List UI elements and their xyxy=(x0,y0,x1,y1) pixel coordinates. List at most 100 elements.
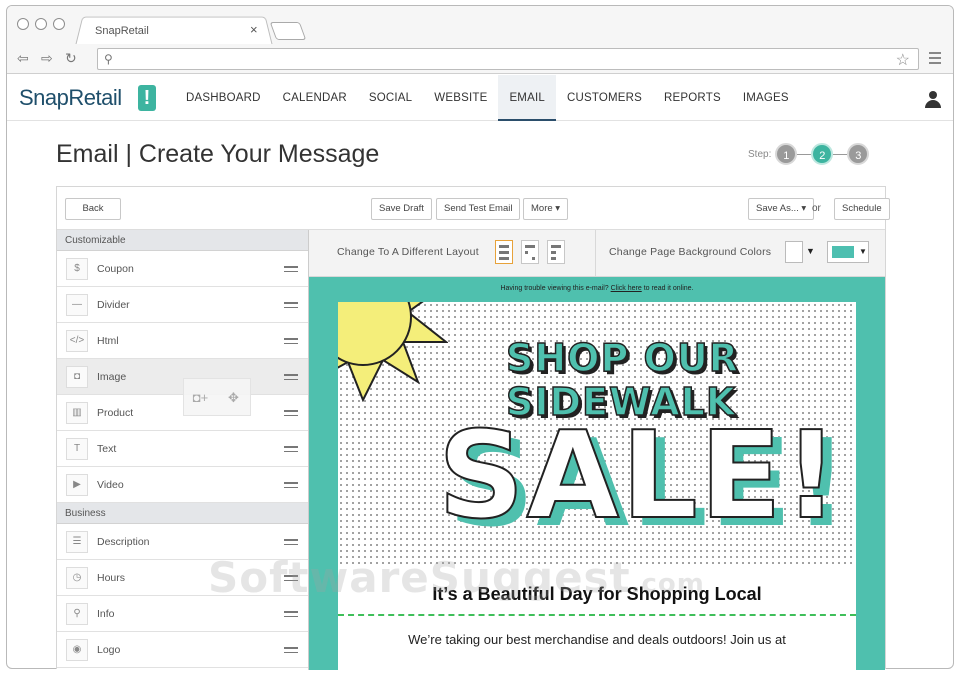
drag-handle-icon[interactable] xyxy=(284,338,298,347)
accent-color-picker[interactable]: ▼ xyxy=(827,241,869,263)
block-video[interactable]: ▶ Video xyxy=(57,467,308,503)
section-customizable: Customizable xyxy=(57,230,308,251)
drag-handle-icon[interactable] xyxy=(284,446,298,455)
layout-option-single[interactable] xyxy=(495,240,513,264)
sale-banner-image[interactable]: SHOP OUR SIDEWALK SALE! xyxy=(338,302,856,564)
divider-icon: — xyxy=(66,294,88,316)
url-input[interactable]: ⚲ ☆ xyxy=(97,48,919,70)
back-button[interactable]: Back xyxy=(65,198,121,220)
email-canvas[interactable]: Having trouble viewing this e-mail? Clic… xyxy=(309,277,885,670)
block-description[interactable]: ☰ Description xyxy=(57,524,308,560)
drag-handle-icon[interactable] xyxy=(284,575,298,584)
logo-icon: ◉ xyxy=(66,639,88,661)
camera-icon: ◘ xyxy=(66,366,88,388)
nav-images[interactable]: IMAGES xyxy=(732,75,800,121)
layout-bar: Change To A Different Layout Change Page… xyxy=(309,230,885,277)
background-colors-label: Change Page Background Colors xyxy=(609,246,772,258)
banner-sale-text: SALE! xyxy=(437,407,841,546)
page-color-swatch[interactable] xyxy=(785,241,803,263)
step-3[interactable]: 3 xyxy=(847,143,870,165)
drag-handle-icon[interactable] xyxy=(284,611,298,620)
view-online-notice: Having trouble viewing this e-mail? Clic… xyxy=(309,285,885,292)
block-label: Hours xyxy=(97,572,126,584)
close-window-button[interactable] xyxy=(17,18,29,30)
email-editor: Back Save Draft Send Test Email More ▾ S… xyxy=(56,186,890,670)
user-account-icon[interactable] xyxy=(925,91,941,109)
nav-dashboard[interactable]: DASHBOARD xyxy=(175,75,272,121)
drag-handle-icon[interactable] xyxy=(284,374,298,383)
page-title: Email | Create Your Message xyxy=(56,140,380,168)
browser-tabbar: SnapRetail × xyxy=(7,6,953,45)
drag-handle-icon[interactable] xyxy=(284,410,298,419)
nav-reports[interactable]: REPORTS xyxy=(653,75,732,121)
nav-customers[interactable]: CUSTOMERS xyxy=(556,75,653,121)
step-2[interactable]: 2 xyxy=(811,143,834,165)
browser-addressbar: ⇦ ⇨ ↻ ⚲ ☆ xyxy=(7,44,953,74)
reload-icon[interactable]: ↻ xyxy=(65,50,77,67)
block-label: Divider xyxy=(97,299,130,311)
email-body-block[interactable]: It’s a Beautiful Day for Shopping Local … xyxy=(338,564,856,670)
or-label: or xyxy=(812,203,821,214)
drag-handle-icon[interactable] xyxy=(284,539,298,548)
video-icon: ▶ xyxy=(66,474,88,496)
forward-arrow-icon[interactable]: ⇨ xyxy=(41,50,53,67)
block-label: Description xyxy=(97,536,150,548)
block-label: Product xyxy=(97,407,134,419)
text-icon: T xyxy=(66,438,88,460)
block-label: Html xyxy=(97,335,119,347)
back-arrow-icon[interactable]: ⇦ xyxy=(17,50,29,67)
list-icon: ☰ xyxy=(66,531,88,553)
banner-line-1: SHOP OUR xyxy=(505,335,739,381)
save-draft-button[interactable]: Save Draft xyxy=(371,198,432,220)
drag-ghost[interactable]: ◘+ ✥ xyxy=(183,378,251,416)
notice-suffix: to read it online. xyxy=(643,285,694,292)
block-label: Video xyxy=(97,479,124,491)
more-dropdown[interactable]: More ▾ xyxy=(523,198,569,220)
page-color-caret-icon[interactable]: ▼ xyxy=(806,246,815,256)
logo-mark-icon: ! xyxy=(138,85,156,111)
send-test-email-button[interactable]: Send Test Email xyxy=(436,198,521,220)
notice-prefix: Having trouble viewing this e-mail? xyxy=(500,285,609,292)
browser-tab-title: SnapRetail xyxy=(95,25,149,37)
window-controls xyxy=(17,18,65,30)
step-1[interactable]: 1 xyxy=(775,143,798,165)
email-headline: It’s a Beautiful Day for Shopping Local xyxy=(432,584,762,604)
new-tab-button[interactable] xyxy=(269,22,307,40)
layout-option-sidebar[interactable] xyxy=(547,240,565,264)
block-text[interactable]: T Text xyxy=(57,431,308,467)
block-logo[interactable]: ◉ Logo xyxy=(57,632,308,668)
view-online-link[interactable]: Click here xyxy=(611,285,642,292)
schedule-button[interactable]: Schedule xyxy=(834,198,890,220)
change-layout-label: Change To A Different Layout xyxy=(337,246,479,258)
drag-handle-icon[interactable] xyxy=(284,266,298,275)
app-logo[interactable]: SnapRetail xyxy=(19,85,122,111)
content-blocks-sidebar: Customizable $ Coupon — Divider </> Html ◘ Image… xyxy=(57,230,309,670)
drag-handle-icon[interactable] xyxy=(284,302,298,311)
block-html[interactable]: </> Html xyxy=(57,323,308,359)
drag-handle-icon[interactable] xyxy=(284,482,298,491)
block-coupon[interactable]: $ Coupon xyxy=(57,251,308,287)
maximize-window-button[interactable] xyxy=(53,18,65,30)
nav-email[interactable]: EMAIL xyxy=(498,75,556,121)
coupon-icon: $ xyxy=(66,258,88,280)
block-divider[interactable]: — Divider xyxy=(57,287,308,323)
block-info[interactable]: ⚲ Info xyxy=(57,596,308,632)
search-icon: ⚲ xyxy=(104,52,113,66)
email-body-text: We’re taking our best merchandise and de… xyxy=(408,632,786,647)
move-icon: ✥ xyxy=(228,390,239,405)
bookmark-star-icon[interactable]: ☆ xyxy=(896,50,910,70)
nav-social[interactable]: SOCIAL xyxy=(358,75,423,121)
nav-calendar[interactable]: CALENDAR xyxy=(272,75,358,121)
drag-handle-icon[interactable] xyxy=(284,647,298,656)
browser-menu-icon[interactable] xyxy=(929,52,941,67)
minimize-window-button[interactable] xyxy=(35,18,47,30)
save-as-dropdown[interactable]: Save As... ▾ xyxy=(748,198,815,220)
nav-website[interactable]: WEBSITE xyxy=(423,75,498,121)
email-design-panel: Change To A Different Layout Change Page… xyxy=(309,230,885,670)
tab-close-icon[interactable]: × xyxy=(250,22,258,37)
step-label: Step: xyxy=(748,148,772,160)
clock-icon: ◷ xyxy=(66,567,88,589)
block-hours[interactable]: ◷ Hours xyxy=(57,560,308,596)
layout-option-two-column[interactable] xyxy=(521,240,539,264)
main-nav: DASHBOARD CALENDAR SOCIAL WEBSITE EMAIL CUSTO… xyxy=(175,75,800,121)
